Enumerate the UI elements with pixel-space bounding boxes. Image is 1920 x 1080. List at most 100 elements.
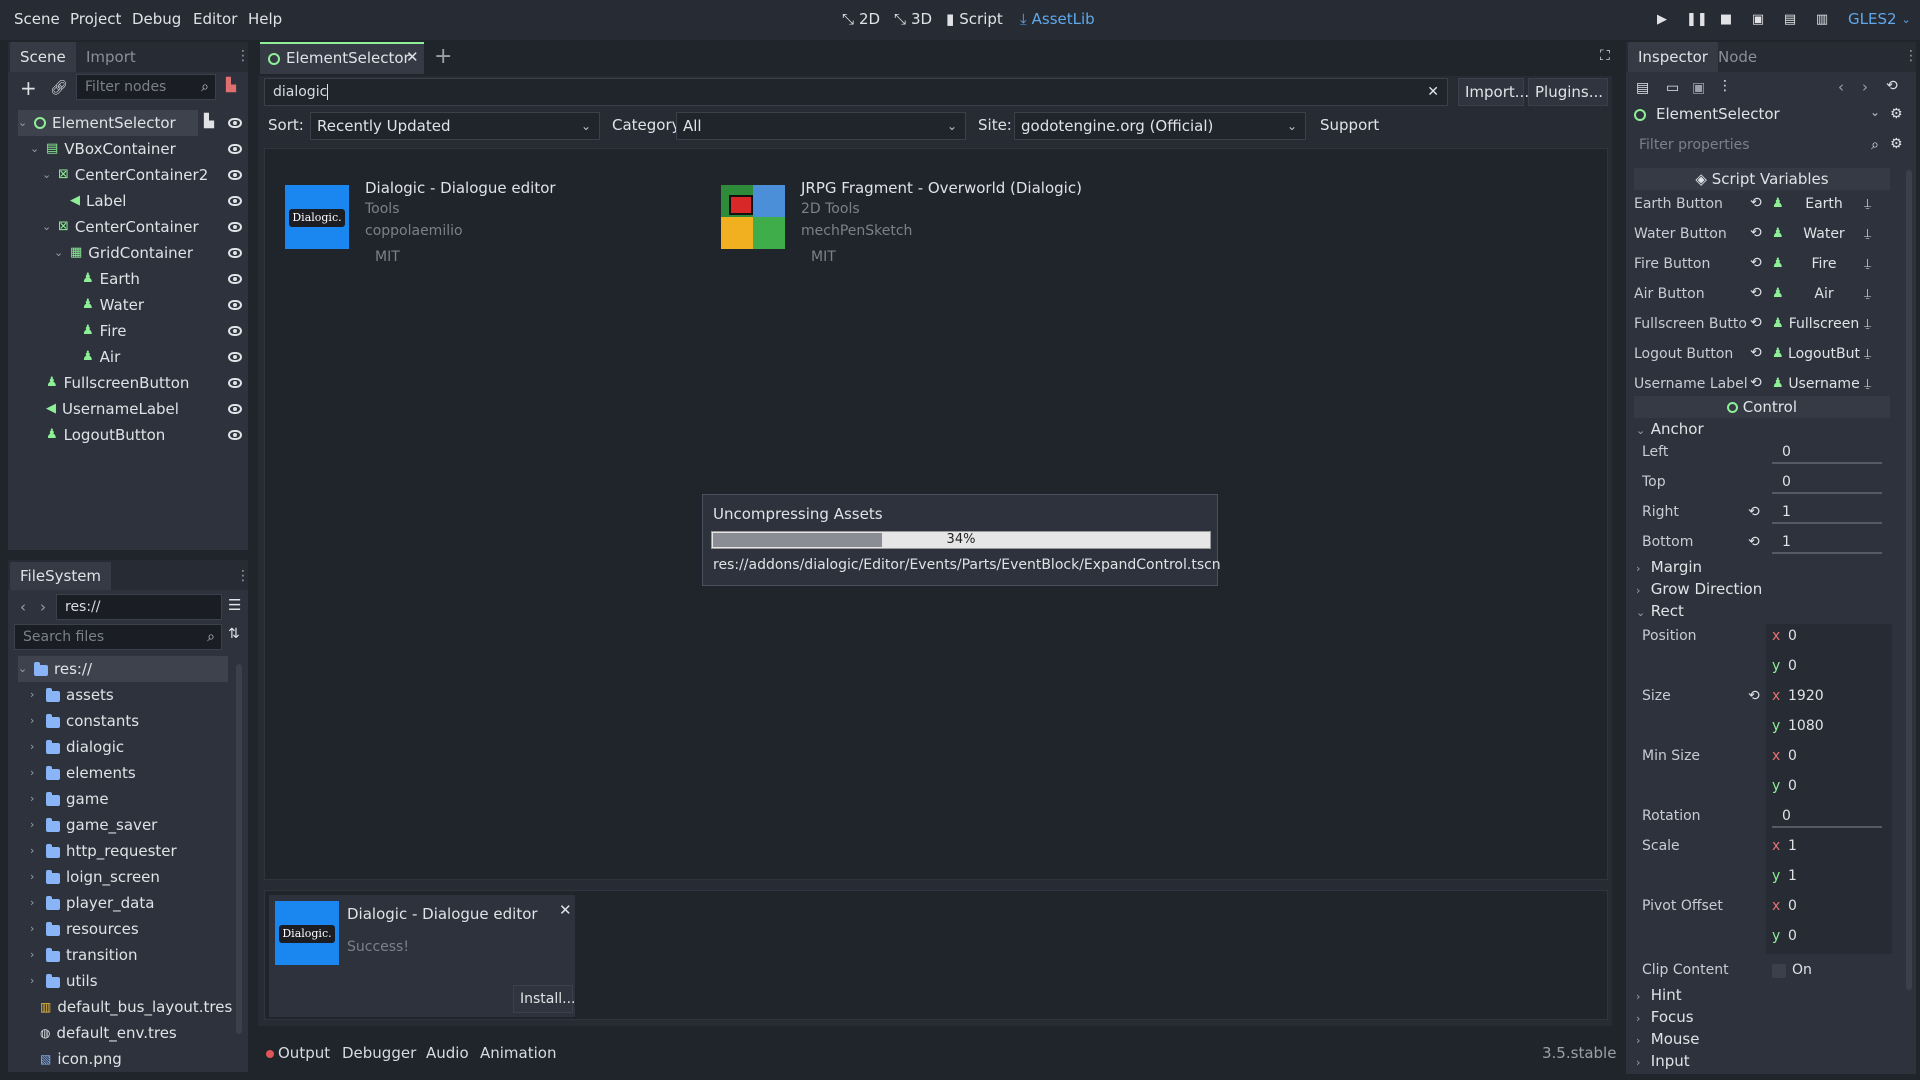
scene-node[interactable]: ⌄ ElementSelector	[18, 110, 198, 136]
tab-output[interactable]: Output	[278, 1044, 330, 1062]
install-button[interactable]: Install...	[513, 985, 576, 1013]
load-resource-icon[interactable]: ▭	[1666, 80, 1679, 96]
folder-item[interactable]: › transition	[30, 942, 137, 968]
chevron-right-icon[interactable]: ›	[30, 838, 40, 864]
chevron-down-icon[interactable]: ⌄	[30, 136, 40, 162]
visibility-eye-icon[interactable]	[228, 248, 242, 258]
save-icon[interactable]: ▣	[1692, 80, 1705, 96]
new-resource-icon[interactable]: ▤	[1636, 80, 1649, 96]
folder-item[interactable]: › game	[30, 786, 109, 812]
property-settings-icon[interactable]: ⚙	[1890, 136, 1903, 152]
chevron-right-icon[interactable]: ›	[30, 760, 40, 786]
assign-node-icon[interactable]: ⍊	[1864, 376, 1871, 391]
chevron-right-icon[interactable]: ›	[30, 708, 40, 734]
more-icon[interactable]: ⋮	[236, 48, 250, 64]
min-size-x-value[interactable]: 0	[1788, 748, 1797, 764]
folder-item[interactable]: ⌄ res://	[18, 656, 228, 682]
size-x-value[interactable]: 1920	[1788, 688, 1824, 704]
menu-editor[interactable]: Editor	[193, 10, 237, 28]
folder-item[interactable]: › game_saver	[30, 812, 157, 838]
chevron-down-icon[interactable]: ⌄	[18, 110, 28, 136]
node-path-field[interactable]: ♟ LogoutBut ⍊	[1768, 344, 1876, 368]
import-button[interactable]: Import...	[1458, 78, 1529, 106]
grow-direction-section[interactable]: › Grow Direction	[1636, 580, 1762, 598]
split-view-icon[interactable]: ☰	[228, 596, 241, 614]
forward-icon[interactable]: ›	[1862, 78, 1868, 96]
revert-icon[interactable]: ⟲	[1750, 255, 1762, 271]
menu-scene[interactable]: Scene	[14, 10, 60, 28]
clip-content-checkbox[interactable]	[1772, 964, 1786, 978]
anchor-right-slider[interactable]	[1772, 522, 1882, 524]
node-path-field[interactable]: ♟ Username ⍊	[1768, 374, 1876, 398]
more-icon[interactable]: ⋮	[1718, 78, 1732, 94]
revert-icon[interactable]: ⟲	[1748, 688, 1760, 704]
chevron-down-icon[interactable]: ⌄	[42, 214, 52, 240]
stop-icon[interactable]: ■	[1718, 12, 1734, 28]
menu-debug[interactable]: Debug	[132, 10, 181, 28]
folder-item[interactable]: › loign_screen	[30, 864, 160, 890]
scene-node[interactable]: ♟ LogoutButton	[30, 422, 165, 448]
visibility-eye-icon[interactable]	[228, 196, 242, 206]
asset-title[interactable]: Dialogic - Dialogue editor	[365, 179, 556, 197]
asset-result-jrpg[interactable]: JRPG Fragment - Overworld (Dialogic) 2D …	[721, 179, 1121, 269]
folder-item[interactable]: › constants	[30, 708, 139, 734]
asset-title[interactable]: JRPG Fragment - Overworld (Dialogic)	[801, 179, 1082, 197]
node-path-field[interactable]: ♟ Fire ⍊	[1768, 254, 1876, 278]
script-variables-header[interactable]: ◈ Script Variables	[1634, 168, 1890, 190]
movie-icon[interactable]: ▥	[1814, 12, 1830, 28]
tab-import[interactable]: Import	[76, 42, 146, 72]
tab-audio[interactable]: Audio	[426, 1044, 469, 1062]
scene-node[interactable]: ⌄ ⊠ CenterContainer2	[42, 162, 208, 188]
tab-inspector[interactable]: Inspector	[1628, 42, 1718, 72]
sort-dropdown[interactable]: Recently Updated ⌄	[310, 112, 600, 140]
chevron-right-icon[interactable]: ›	[30, 812, 40, 838]
support-button[interactable]: Support	[1320, 116, 1379, 134]
folder-item[interactable]: › resources	[30, 916, 139, 942]
chevron-right-icon[interactable]: ›	[30, 968, 40, 994]
site-dropdown[interactable]: godotengine.org (Official) ⌄	[1014, 112, 1306, 140]
anchor-left-value[interactable]: 0	[1782, 444, 1791, 460]
scene-node[interactable]: ♟ FullscreenButton	[30, 370, 189, 396]
revert-icon[interactable]: ⟲	[1748, 534, 1760, 550]
renderer-dropdown[interactable]: GLES2 ⌄	[1848, 10, 1911, 28]
filter-properties-input[interactable]: Filter properties ⌕	[1630, 132, 1886, 158]
assign-node-icon[interactable]: ⍊	[1864, 196, 1871, 211]
visibility-eye-icon[interactable]	[228, 430, 242, 440]
mode-script-button[interactable]: ▮ Script	[946, 10, 1003, 28]
mode-3d-button[interactable]: ⤡ 3D	[894, 10, 932, 28]
pause-icon[interactable]: ❚❚	[1686, 12, 1708, 28]
menu-help[interactable]: Help	[248, 10, 282, 28]
scene-node[interactable]: ♟ Fire	[66, 318, 126, 344]
history-icon[interactable]: ⟲	[1886, 78, 1898, 94]
visibility-eye-icon[interactable]	[228, 404, 242, 414]
asset-result-dialogic[interactable]: Dialogic. Dialogic - Dialogue editor Too…	[285, 179, 615, 269]
chevron-right-icon[interactable]: ›	[30, 942, 40, 968]
sort-icon[interactable]: ⇅	[228, 626, 240, 642]
anchor-section[interactable]: ⌄ Anchor	[1636, 420, 1704, 438]
min-size-y-value[interactable]: 0	[1788, 778, 1797, 794]
revert-icon[interactable]: ⟲	[1750, 315, 1762, 331]
folder-item[interactable]: › player_data	[30, 890, 154, 916]
visibility-eye-icon[interactable]	[228, 300, 242, 310]
tab-animation[interactable]: Animation	[480, 1044, 556, 1062]
chevron-right-icon[interactable]: ›	[30, 890, 40, 916]
folder-item[interactable]: › elements	[30, 760, 136, 786]
anchor-right-value[interactable]: 1	[1782, 504, 1791, 520]
anchor-left-slider[interactable]	[1772, 462, 1882, 464]
link-icon[interactable]: 🔗︎	[50, 80, 68, 96]
node-path-field[interactable]: ♟ Water ⍊	[1768, 224, 1876, 248]
close-icon[interactable]: ✕	[559, 901, 572, 919]
more-icon[interactable]: ⋮	[1904, 48, 1918, 64]
rect-section[interactable]: ⌄ Rect	[1636, 602, 1684, 620]
revert-icon[interactable]: ⟲	[1750, 285, 1762, 301]
chevron-down-icon[interactable]: ⌄	[54, 240, 64, 266]
anchor-bottom-value[interactable]: 1	[1782, 534, 1791, 550]
script-filter-icon[interactable]: ▙	[226, 78, 236, 93]
revert-icon[interactable]: ⟲	[1748, 504, 1760, 520]
visibility-eye-icon[interactable]	[228, 274, 242, 284]
folder-item[interactable]: › dialogic	[30, 734, 124, 760]
category-dropdown[interactable]: All ⌄	[676, 112, 966, 140]
visibility-eye-icon[interactable]	[228, 118, 242, 128]
fullscreen-icon[interactable]: ⛶	[1600, 48, 1610, 64]
size-y-value[interactable]: 1080	[1788, 718, 1824, 734]
